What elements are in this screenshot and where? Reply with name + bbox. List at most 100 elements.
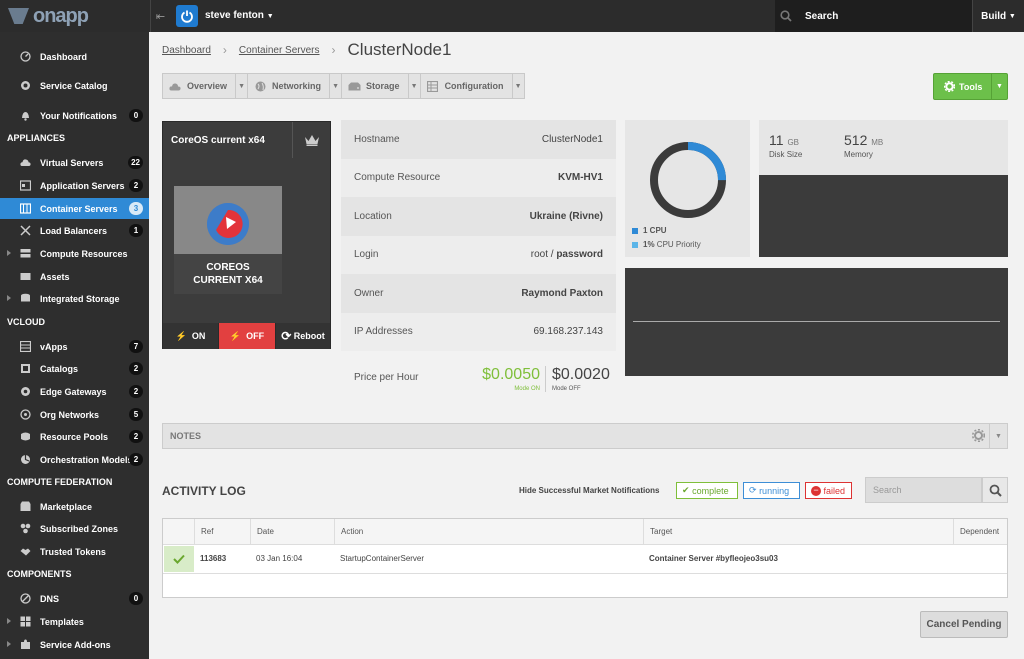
collapse-sidebar-icon[interactable]: ⇤ <box>150 0 170 32</box>
user-avatar[interactable] <box>176 5 198 27</box>
sidebar-item-orchestration-models[interactable]: Orchestration Models 2 <box>0 449 149 470</box>
build-button[interactable]: Build ▼ <box>972 0 1024 32</box>
row-date: 03 Jan 16:04 <box>256 554 303 563</box>
caret-down-icon[interactable]: ▼ <box>407 74 420 98</box>
caret-down-icon[interactable]: ▼ <box>991 74 1007 99</box>
table-header-action[interactable]: Action <box>334 519 643 544</box>
expand-arrow-icon[interactable] <box>7 250 11 256</box>
caret-down-icon[interactable]: ▼ <box>235 74 247 98</box>
cancel-pending-button[interactable]: Cancel Pending <box>920 611 1008 638</box>
detail-row-login: Login root / password <box>341 235 616 274</box>
table-header-ref[interactable]: Ref <box>194 519 250 544</box>
sidebar-item-label: Load Balancers <box>40 225 108 236</box>
os-label-line2: CURRENT X64 <box>193 275 263 286</box>
activity-search-button[interactable] <box>982 477 1008 503</box>
sidebar-item-resource-pools[interactable]: Resource Pools 2 <box>0 426 149 447</box>
expand-arrow-icon[interactable] <box>7 295 11 301</box>
tab-overview[interactable]: Overview ▼ <box>162 73 249 99</box>
sidebar-item-subscribed-zones[interactable]: Subscribed Zones <box>0 518 149 539</box>
sidebar-item-edge-gateways[interactable]: Edge Gateways 2 <box>0 381 149 402</box>
price-label: Price per Hour <box>354 372 419 383</box>
detail-value[interactable]: KVM-HV1 <box>558 172 603 183</box>
row-target[interactable]: Container Server #byfleojeo3su03 <box>643 545 778 573</box>
sidebar-item-org-networks[interactable]: Org Networks 5 <box>0 404 149 425</box>
global-search[interactable]: Search <box>775 0 972 32</box>
onapp-logo[interactable]: onapp <box>8 5 89 27</box>
sidebar-item-catalogs[interactable]: Catalogs 2 <box>0 358 149 379</box>
breadcrumb-dashboard-link[interactable]: Dashboard <box>162 45 211 56</box>
filter-label: running <box>759 485 790 496</box>
sidebar-item-service-add-ons[interactable]: Service Add-ons <box>0 634 149 655</box>
cloud-icon <box>20 159 31 166</box>
gateway-icon <box>21 387 30 396</box>
expand-arrow-icon[interactable] <box>7 618 11 624</box>
filter-complete[interactable]: ✔ complete <box>676 482 738 499</box>
sidebar-item-label: Container Servers <box>40 203 118 214</box>
notes-bar[interactable]: NOTES ▼ <box>162 423 1008 449</box>
cloud-icon <box>163 82 187 91</box>
tab-storage[interactable]: Storage ▼ <box>341 73 421 99</box>
detail-key: Compute Resource <box>354 172 441 184</box>
detail-value[interactable]: Raymond Paxton <box>521 288 603 299</box>
sidebar-item-compute-resources[interactable]: Compute Resources <box>0 243 149 264</box>
power-on-button[interactable]: ⚡ ON <box>163 323 219 349</box>
login-user: root / <box>530 249 557 261</box>
sidebar-item-integrated-storage[interactable]: Integrated Storage <box>0 288 149 309</box>
filter-running[interactable]: ⟳ running <box>743 482 800 499</box>
sidebar-item-dns[interactable]: DNS 0 <box>0 588 149 609</box>
globe-icon <box>248 81 272 92</box>
crown-icon[interactable] <box>292 122 331 158</box>
tab-configuration[interactable]: Configuration ▼ <box>419 73 525 99</box>
sidebar-item-assets[interactable]: Assets <box>0 266 149 287</box>
cpu-priority-value: 1% <box>643 240 655 249</box>
tab-label: Configuration <box>444 81 504 91</box>
sidebar-item-vapps[interactable]: vApps 7 <box>0 336 149 357</box>
caret-down-icon[interactable]: ▼ <box>329 74 341 98</box>
sidebar-item-templates[interactable]: Templates <box>0 611 149 632</box>
reboot-button[interactable]: ⟳ Reboot <box>275 323 330 349</box>
table-header-dependent[interactable]: Dependent <box>953 519 1007 544</box>
sidebar-item-label: Catalogs <box>40 363 79 374</box>
detail-row-location: Location Ukraine (Rivne) <box>341 197 616 236</box>
server-template-title: CoreOS current x64 <box>171 135 265 146</box>
sidebar-item-marketplace[interactable]: Marketplace <box>0 496 149 517</box>
row-ref[interactable]: 113683 <box>194 545 226 573</box>
count-badge: 3 <box>129 202 143 215</box>
login-password[interactable]: password <box>556 249 603 260</box>
hide-successful-toggle[interactable]: Hide Successful Market Notifications <box>519 486 659 495</box>
disk-size-label: Disk Size <box>769 150 803 159</box>
sidebar-item-trusted-tokens[interactable]: Trusted Tokens <box>0 541 149 562</box>
sidebar-item-label: Trusted Tokens <box>40 546 106 557</box>
sidebar-item-label: Assets <box>40 271 70 282</box>
sidebar: Dashboard Service Catalog Your Notificat… <box>0 32 149 659</box>
sidebar-item-service-catalog[interactable]: Service Catalog <box>0 75 149 96</box>
detail-row-ip-addresses: IP Addresses 69.168.237.143 <box>341 312 616 351</box>
tab-networking[interactable]: Networking ▼ <box>247 73 343 99</box>
check-icon: ✔ <box>682 485 690 495</box>
table-header-date[interactable]: Date <box>250 519 334 544</box>
mem-unit: MB <box>871 138 884 147</box>
sidebar-item-load-balancers[interactable]: Load Balancers 1 <box>0 220 149 241</box>
power-off-label: OFF <box>246 331 265 341</box>
breadcrumb-container-servers-link[interactable]: Container Servers <box>239 45 320 56</box>
sidebar-item-container-servers[interactable]: Container Servers 3 <box>0 198 149 219</box>
table-header-status <box>163 519 194 544</box>
caret-down-icon[interactable]: ▼ <box>989 424 1007 448</box>
expand-arrow-icon[interactable] <box>7 641 11 647</box>
gear-icon[interactable] <box>972 429 985 442</box>
sidebar-item-application-servers[interactable]: Application Servers 2 <box>0 175 149 196</box>
sidebar-item-label: Orchestration Models <box>40 454 133 465</box>
os-label-line1: COREOS <box>206 262 250 273</box>
sidebar-item-virtual-servers[interactable]: Virtual Servers 22 <box>0 152 149 173</box>
tools-button[interactable]: Tools ▼ <box>933 73 1008 100</box>
sidebar-item-notifications[interactable]: Your Notifications 0 <box>0 105 149 126</box>
activity-search-input[interactable]: Search <box>865 477 982 503</box>
power-off-button[interactable]: ⚡ OFF <box>219 323 275 349</box>
sidebar-item-dashboard[interactable]: Dashboard <box>0 46 149 67</box>
sidebar-item-label: Templates <box>40 616 84 627</box>
table-header-target[interactable]: Target <box>643 519 953 544</box>
filter-failed[interactable]: − failed <box>805 482 852 499</box>
count-badge: 1 <box>129 224 143 237</box>
user-menu[interactable]: steve fenton ▼ <box>205 10 274 21</box>
caret-down-icon[interactable]: ▼ <box>511 74 524 98</box>
